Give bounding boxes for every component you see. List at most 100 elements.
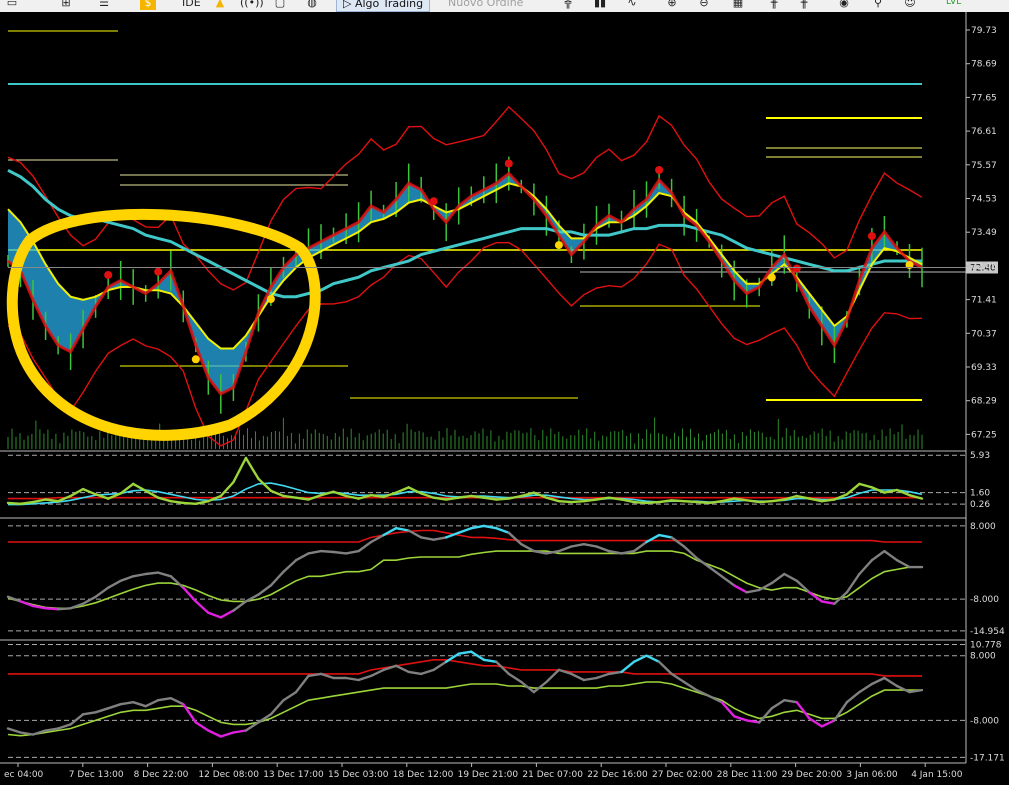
- periods-icon[interactable]: ╫: [796, 0, 812, 10]
- indicators-icon[interactable]: ╫: [766, 0, 782, 10]
- indicator-tick-label: 10.778: [970, 641, 1002, 651]
- price-tick-label: 78.69: [971, 60, 997, 70]
- candles-icon[interactable]: ▮▮: [592, 0, 608, 10]
- time-tick-label: 29 Dec 20:00: [782, 770, 843, 780]
- indicator-tick-label: 1.60: [970, 489, 990, 499]
- signal-icon[interactable]: ((•)): [240, 0, 264, 10]
- avatar-icon[interactable]: ☺: [902, 0, 918, 10]
- indicator-fast-line-segment: [670, 499, 686, 503]
- signal-dot: [655, 166, 664, 174]
- indicator-fast-line-segment: [369, 494, 385, 499]
- indicator-tick-label: -17.171: [970, 753, 1005, 763]
- time-tick-label: 8 Dec 22:00: [134, 770, 189, 780]
- indicator-tick-label: 0.26: [970, 500, 990, 510]
- indicator-fast-line-segment: [495, 497, 510, 501]
- database-icon[interactable]: ☰: [96, 0, 112, 10]
- chart-window[interactable]: 72.4079.7378.6977.6576.6175.5774.5373.49…: [0, 12, 1009, 785]
- lvl-label[interactable]: LVL: [940, 0, 967, 10]
- time-tick-label: 15 Dec 03:00: [328, 770, 389, 780]
- price-tick-label: 67.25: [971, 430, 997, 440]
- indicator-fast-line-segment: [708, 500, 723, 505]
- new-order-button[interactable]: Nuovo Ordine: [442, 0, 529, 10]
- algo-trading-button[interactable]: ▷ Algo Trading: [336, 0, 431, 12]
- time-tick-label: 27 Dec 02:00: [652, 770, 713, 780]
- signal-dot: [104, 271, 113, 279]
- indicator-tick-label: -8.000: [970, 595, 999, 605]
- indicator-fast-line-segment: [19, 500, 35, 505]
- layout-icon[interactable]: ▭: [4, 0, 20, 10]
- lightbulb-icon[interactable]: ▲: [212, 0, 228, 10]
- time-tick-label: 19 Dec 21:00: [458, 770, 519, 780]
- ide-button[interactable]: IDE: [176, 0, 207, 10]
- indicator-tick-label: 5.93: [970, 451, 990, 461]
- time-tick-label: 13 Dec 17:00: [263, 770, 324, 780]
- indicator-fast-line-segment: [44, 498, 60, 503]
- signal-dot: [792, 264, 801, 273]
- monitor-icon[interactable]: ▢: [272, 0, 288, 10]
- price-tick-label: 70.37: [971, 329, 997, 339]
- time-tick-label: 7 Dec 13:00: [69, 770, 124, 780]
- signal-dot: [154, 267, 163, 276]
- price-tick-label: 79.73: [971, 26, 997, 36]
- signal-dot: [191, 355, 200, 364]
- indicator-fast-line-segment: [332, 550, 348, 555]
- time-tick-label: 22 Dec 16:00: [587, 770, 648, 780]
- search-icon[interactable]: ⚲: [870, 0, 886, 10]
- time-tick-label: 12 Dec 08:00: [198, 770, 259, 780]
- signal-dot: [429, 197, 438, 206]
- indicator-fast-line-segment: [733, 497, 748, 502]
- time-tick-label: 3 Jan 06:00: [846, 770, 898, 780]
- indicator-fast-line-segment: [282, 494, 298, 499]
- price-tick-label: 69.33: [971, 363, 997, 373]
- indicator-fast-line-segment: [758, 500, 773, 504]
- zoom-in-icon[interactable]: ⊕: [664, 0, 680, 10]
- indicator-fast-line-segment: [770, 498, 786, 503]
- indicator-fast-line-segment: [582, 498, 598, 503]
- indicator-fast-line-segment: [56, 607, 72, 611]
- chart-type-icon[interactable]: ⊞: [58, 0, 74, 10]
- camera-icon[interactable]: ◉: [836, 0, 852, 10]
- signal-dot: [266, 295, 275, 303]
- indicator-tick-label: -14.954: [970, 627, 1005, 637]
- time-tick-label: ec 04:00: [4, 770, 44, 780]
- zoom-out-icon[interactable]: ⊖: [696, 0, 712, 10]
- bar-chart-icon[interactable]: ╬: [560, 0, 576, 10]
- indicator-fast-line-segment: [6, 501, 22, 505]
- time-tick-label: 18 Dec 12:00: [393, 770, 454, 780]
- line-chart-icon[interactable]: ∿: [624, 0, 640, 10]
- indicator-fast-line-segment: [144, 571, 160, 576]
- indicator-fast-line-segment: [632, 500, 648, 505]
- indicator-tick-label: 8.000: [970, 652, 996, 662]
- indicator-fast-line-segment: [319, 549, 335, 554]
- indicator-tick-label: 8.000: [970, 522, 996, 532]
- indicator-fast-line-segment: [470, 494, 485, 499]
- dollar-icon[interactable]: $: [140, 0, 156, 10]
- indicator-fast-line-segment: [645, 500, 661, 505]
- signal-dot: [554, 241, 563, 250]
- price-tick-label: 72.45: [971, 262, 997, 272]
- globe-icon[interactable]: ◍: [304, 0, 320, 10]
- price-tick-label: 75.57: [971, 161, 997, 171]
- indicator-fast-line-segment: [570, 500, 586, 504]
- signal-dot: [867, 232, 876, 241]
- indicator-fast-line-segment: [557, 500, 573, 504]
- price-tick-label: 71.41: [971, 296, 997, 306]
- indicator-fast-line-segment: [695, 500, 711, 505]
- time-tick-label: 4 Jan 15:00: [911, 770, 963, 780]
- price-tick-label: 74.53: [971, 195, 997, 205]
- indicator-fast-line-segment: [44, 607, 60, 611]
- price-tick-label: 73.49: [971, 228, 997, 238]
- time-tick-label: 21 Dec 07:00: [522, 770, 583, 780]
- indicator-fast-line-segment: [182, 501, 198, 505]
- signal-dot: [767, 273, 776, 282]
- indicator-fast-line-segment: [682, 500, 698, 504]
- indicator-fast-line-segment: [820, 498, 836, 503]
- price-tick-label: 76.61: [971, 127, 997, 137]
- indicator-fast-line-segment: [457, 494, 473, 499]
- indicator-fast-line-segment: [169, 500, 185, 505]
- indicator-tick-label: -8.000: [970, 716, 999, 726]
- price-tick-label: 68.29: [971, 397, 997, 407]
- signal-dot: [504, 159, 513, 168]
- time-tick-label: 28 Dec 11:00: [717, 770, 778, 780]
- tile-icon[interactable]: ▦: [730, 0, 746, 10]
